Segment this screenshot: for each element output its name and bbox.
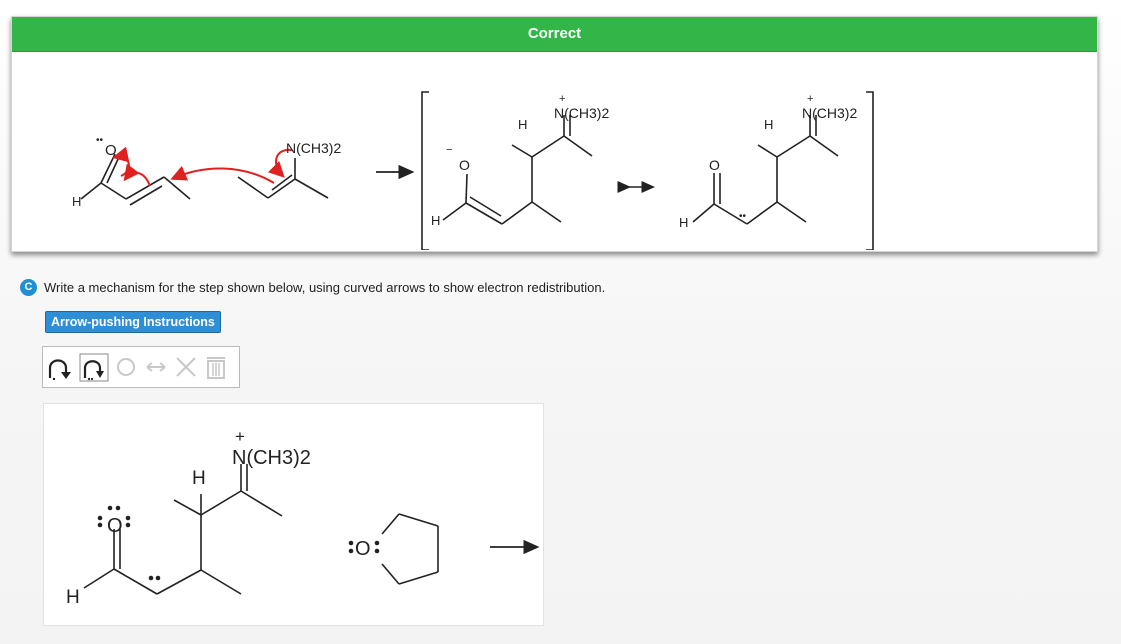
oxygen-label: O bbox=[459, 157, 470, 173]
arrow-pi-shift bbox=[123, 163, 151, 187]
tool-delete[interactable] bbox=[171, 349, 201, 385]
feedback-panel: Correct H O •• N(CH3)2 H O − H N(CH3)2 +… bbox=[11, 16, 1098, 252]
h-label: H bbox=[192, 468, 206, 489]
enamine-structure: N(CH3)2 bbox=[237, 140, 341, 199]
h-label: H bbox=[679, 215, 688, 230]
iminium-group-label: N(CH3)2 bbox=[802, 105, 857, 121]
iminium-group-label: N(CH3)2 bbox=[554, 105, 609, 121]
tool-clear-all[interactable] bbox=[201, 349, 231, 385]
amine-group-label: N(CH3)2 bbox=[286, 140, 341, 156]
drawing-canvas[interactable]: H O H N(CH3)2 + O bbox=[43, 403, 544, 626]
plus-charge: + bbox=[559, 93, 565, 105]
tool-resonance[interactable] bbox=[141, 349, 171, 385]
arrow-enamine-to-carbon bbox=[170, 165, 275, 184]
part-c-badge: C bbox=[20, 279, 37, 296]
tool-rotate[interactable] bbox=[111, 349, 141, 385]
thf-structure: O bbox=[348, 513, 439, 585]
h-label: H bbox=[66, 587, 80, 608]
h-label: H bbox=[72, 194, 81, 209]
curved-arrow-icon bbox=[48, 359, 71, 381]
oxygen-label: O bbox=[105, 142, 117, 159]
lone-pair-dots: •• bbox=[96, 135, 104, 146]
enal-structure: H O •• bbox=[72, 135, 191, 209]
half-curved-arrow-icon bbox=[79, 353, 109, 382]
arrow-pushing-instructions-button[interactable]: Arrow-pushing Instructions bbox=[45, 311, 221, 333]
plus-charge: + bbox=[235, 427, 245, 446]
tool-single-electron-arrow[interactable] bbox=[77, 349, 111, 385]
tool-electron-pair-arrow[interactable] bbox=[43, 349, 77, 385]
iminium-group-label: N(CH3)2 bbox=[232, 447, 311, 469]
h-label: H bbox=[431, 213, 440, 228]
trash-icon bbox=[207, 357, 225, 379]
h-label: H bbox=[518, 117, 527, 132]
close-icon bbox=[176, 357, 196, 377]
plus-charge: + bbox=[807, 93, 813, 105]
correct-banner: Correct bbox=[12, 17, 1097, 52]
question-prompt: C Write a mechanism for the step shown b… bbox=[20, 279, 605, 296]
question-structures: H O H N(CH3)2 + O bbox=[66, 427, 540, 608]
lone-pair-dots: •• bbox=[739, 211, 747, 222]
thf-oxygen-label: O bbox=[355, 538, 371, 560]
feedback-mechanism-figure: H O •• N(CH3)2 H O − H N(CH3)2 + H O •• … bbox=[72, 91, 874, 250]
oxygen-label: O bbox=[709, 157, 720, 173]
drawing-toolbar bbox=[42, 346, 240, 388]
question-text: Write a mechanism for the step shown bel… bbox=[44, 280, 606, 295]
oxygen-label: O bbox=[107, 515, 123, 537]
bracket-right bbox=[866, 91, 874, 250]
carbanion-structure: H O •• H N(CH3)2 + bbox=[679, 93, 857, 230]
rotate-icon bbox=[117, 358, 135, 376]
minus-charge: − bbox=[446, 144, 452, 156]
carbanion-structure: H O H N(CH3)2 + bbox=[66, 427, 311, 608]
enolate-structure: H O − H N(CH3)2 + bbox=[431, 93, 609, 228]
h-label: H bbox=[764, 117, 773, 132]
bracket-left bbox=[421, 91, 429, 250]
double-headed-arrow-icon bbox=[146, 362, 166, 372]
